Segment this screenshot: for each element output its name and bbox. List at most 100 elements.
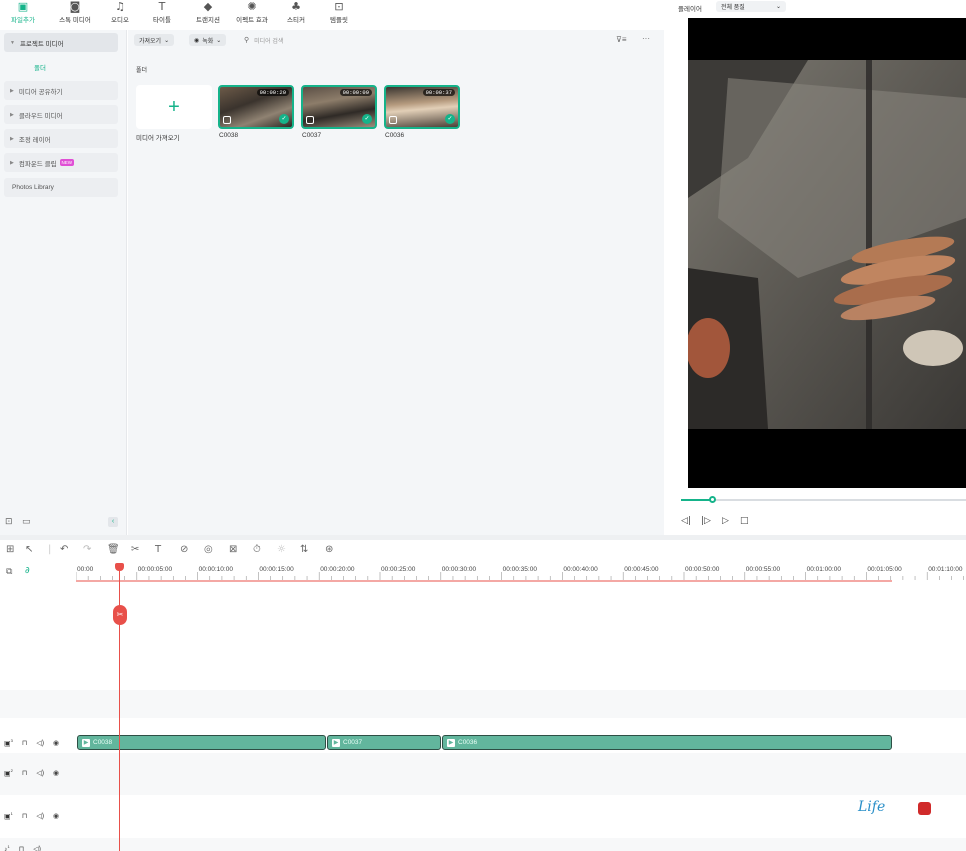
filter-icon[interactable]: ⊽≡ bbox=[616, 35, 627, 44]
sticker-icon: ♣ bbox=[291, 0, 301, 13]
tab-transitions[interactable]: ◆ 트랜지션 bbox=[193, 0, 223, 30]
speaker-icon[interactable]: ◁) bbox=[36, 812, 44, 820]
timeline-clip[interactable]: ▶ C0036 bbox=[442, 735, 892, 750]
clip-name: C0037 bbox=[302, 132, 322, 139]
search-box[interactable]: ⚲ 미디어 검색 bbox=[244, 34, 283, 46]
tab-label: 스톡 미디어 bbox=[59, 17, 91, 24]
clip-type-icon bbox=[223, 116, 231, 124]
ruler-tick-label: 00:01:00:00 bbox=[806, 566, 841, 573]
more-options-icon[interactable]: ··· bbox=[642, 34, 650, 43]
clip-name: C0036 bbox=[458, 739, 478, 746]
text-t-icon[interactable]: T bbox=[155, 544, 161, 556]
tab-audio[interactable]: ♫ 오디오 bbox=[108, 0, 132, 30]
sidebar-item-cloud-media[interactable]: ▶ 클라우드 미디어 bbox=[4, 105, 118, 124]
record-dropdown[interactable]: ◉ 녹화 ⌄ bbox=[189, 34, 227, 46]
color-palette-icon[interactable]: ◎ bbox=[204, 544, 213, 556]
speed-timer-icon[interactable]: ⏱ bbox=[253, 544, 261, 556]
timeline-toolbar bbox=[0, 540, 966, 560]
undo-icon[interactable]: ↶ bbox=[60, 544, 68, 556]
clip-name: C0038 bbox=[219, 132, 239, 139]
media-clip-thumbnail[interactable]: 00:00:20 ✓ bbox=[218, 85, 294, 129]
clip-name: C0036 bbox=[385, 132, 405, 139]
tab-import-media[interactable]: ▣ 파일추가 bbox=[6, 0, 40, 30]
toolbar-separator: | bbox=[48, 544, 52, 555]
next-frame-icon[interactable]: |▷ bbox=[701, 516, 711, 526]
video-frame bbox=[688, 18, 966, 488]
quality-dropdown[interactable]: 전체 품질 ⌄ bbox=[716, 1, 786, 12]
track-number: 1 bbox=[10, 811, 13, 816]
eye-icon[interactable]: ◉ bbox=[53, 812, 59, 820]
speaker-icon[interactable]: ◁) bbox=[33, 845, 41, 851]
audio-adjust-icon[interactable]: ⇅ bbox=[300, 544, 308, 556]
lock-icon[interactable]: ⊓ bbox=[22, 769, 27, 777]
previous-frame-icon[interactable]: ◁| bbox=[681, 516, 691, 526]
layout-grid-icon[interactable]: ⊞ bbox=[6, 544, 14, 556]
sidebar-item-folder[interactable]: 폴더 bbox=[34, 62, 46, 72]
checkmark-icon: ✓ bbox=[279, 114, 289, 124]
lock-icon[interactable]: ⊓ bbox=[22, 812, 27, 820]
link-icon[interactable]: ∂ bbox=[25, 566, 30, 576]
ruler-tick-label: 00:00:35:00 bbox=[502, 566, 537, 573]
checkmark-icon: ✓ bbox=[362, 114, 372, 124]
play-icon[interactable]: ▷ bbox=[722, 516, 729, 526]
add-track-icon[interactable]: ⧉ bbox=[6, 567, 12, 577]
new-folder-icon[interactable]: ⊡ bbox=[5, 517, 13, 527]
eye-icon[interactable]: ◉ bbox=[53, 739, 59, 747]
split-scissors-icon[interactable]: ✂ bbox=[113, 605, 127, 625]
select-tool-icon[interactable]: ↖ bbox=[25, 544, 33, 556]
track-header-video-3: ▣3 ⊓ ◁) ◉ bbox=[4, 738, 59, 747]
stabilize-icon[interactable]: ☼ bbox=[277, 544, 286, 556]
lock-icon[interactable]: ⊓ bbox=[22, 739, 27, 747]
eye-icon[interactable]: ◉ bbox=[53, 769, 59, 777]
sidebar-item-label: 프로젝트 미디어 bbox=[19, 40, 64, 48]
search-input[interactable]: 미디어 검색 bbox=[254, 36, 283, 45]
sidebar-item-photos-library[interactable]: Photos Library bbox=[4, 178, 118, 197]
chevron-right-icon: ▶ bbox=[10, 135, 14, 142]
stop-icon[interactable]: □ bbox=[740, 516, 749, 526]
ruler-tick-label: 00:00:55:00 bbox=[745, 566, 781, 573]
playback-scrubber[interactable] bbox=[681, 496, 966, 503]
freeze-frame-icon[interactable]: ⊠ bbox=[229, 544, 237, 556]
timeline-clip[interactable]: ▶ C0037 bbox=[327, 735, 441, 750]
tab-label: 트랜지션 bbox=[196, 17, 220, 24]
lock-icon[interactable]: ⊓ bbox=[19, 845, 24, 851]
media-clip-thumbnail[interactable]: 00:00:37 ✓ bbox=[384, 85, 460, 129]
sidebar-item-share-media[interactable]: ▶ 미디어 공유하기 bbox=[4, 81, 118, 100]
media-clip-thumbnail[interactable]: 00:00:09 ✓ bbox=[301, 85, 377, 129]
video-track-icon: ▣1 bbox=[4, 811, 13, 821]
sidebar-item-adjustment-layer[interactable]: ▶ 조정 레이어 bbox=[4, 129, 118, 148]
ruler-tick-label: 00:00:45:00 bbox=[624, 566, 659, 573]
import-dropdown[interactable]: 가져오기 ⌄ bbox=[134, 34, 175, 46]
speaker-icon[interactable]: ◁) bbox=[36, 739, 44, 747]
speaker-icon[interactable]: ◁) bbox=[36, 769, 44, 777]
delete-icon[interactable]: 🗑 bbox=[107, 544, 120, 556]
crop-icon[interactable]: ⊘ bbox=[180, 544, 188, 556]
split-scissors-icon[interactable]: ✂ bbox=[131, 544, 139, 556]
import-media-tile[interactable]: + bbox=[136, 85, 212, 129]
tab-titles[interactable]: T 타이틀 bbox=[150, 0, 174, 30]
redo-icon[interactable]: ↷ bbox=[83, 544, 91, 556]
ruler-tick-label: 00:00:50:00 bbox=[685, 566, 720, 573]
sidebar-item-project-media[interactable]: ▼ 프로젝트 미디어 bbox=[4, 33, 118, 52]
tab-effects[interactable]: ✺ 이펙트 효과 bbox=[233, 0, 271, 30]
video-preview[interactable] bbox=[688, 18, 966, 488]
video-track-icon: ▣3 bbox=[4, 738, 13, 748]
tab-templates[interactable]: ⊡ 템플릿 bbox=[327, 0, 351, 30]
ruler-tick-label: 00:00:20:00 bbox=[320, 566, 355, 573]
ai-tools-icon[interactable]: ⊛ bbox=[325, 544, 333, 556]
ruler-tick-label: 00:00:05:00 bbox=[137, 566, 173, 573]
track-header-audio-1: ♪1 ⊓ ◁) bbox=[4, 844, 41, 851]
collapse-sidebar-icon[interactable]: ‹ bbox=[108, 517, 118, 527]
tab-stickers[interactable]: ♣ 스티커 bbox=[284, 0, 308, 30]
stock-media-icon: ◙ bbox=[69, 0, 81, 13]
sidebar-item-compound-clip[interactable]: ▶ 컴파운드 클립 NEW bbox=[4, 153, 118, 172]
transition-icon: ◆ bbox=[203, 0, 213, 13]
sidebar-item-label: 컴파운드 클립 bbox=[18, 160, 57, 168]
playhead-handle[interactable] bbox=[115, 563, 124, 571]
tab-stock-media[interactable]: ◙ 스톡 미디어 bbox=[56, 0, 94, 30]
tab-label: 타이틀 bbox=[153, 17, 171, 24]
scrubber-fill bbox=[681, 499, 713, 501]
media-sidebar: ▼ 프로젝트 미디어 폴더 ▶ 미디어 공유하기 ▶ 클라우드 미디어 ▶ 조정… bbox=[0, 30, 127, 535]
timeline-clip[interactable]: ▶ C0038 bbox=[77, 735, 326, 750]
folder-icon[interactable]: ▭ bbox=[22, 517, 31, 527]
